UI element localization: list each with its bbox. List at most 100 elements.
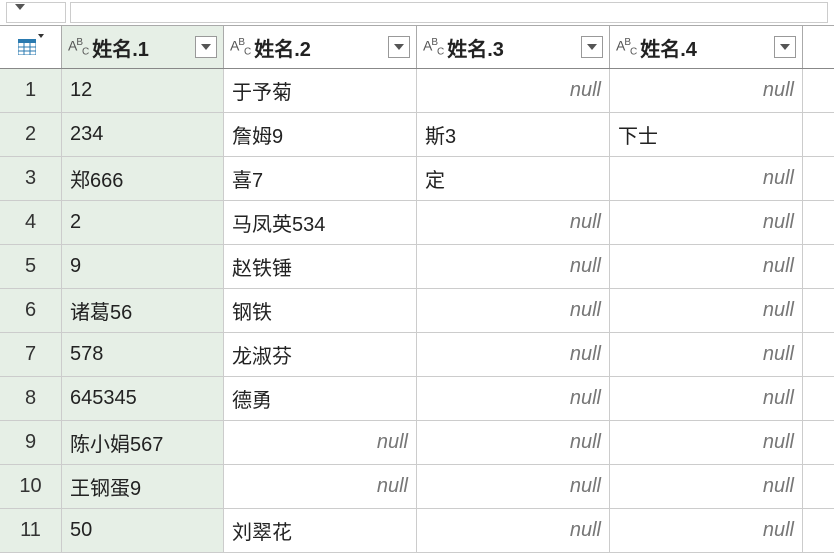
chevron-down-icon [15,10,23,15]
row-number[interactable]: 4 [0,201,62,244]
select-all-corner[interactable] [0,26,62,68]
table-cell[interactable]: 12 [62,69,224,112]
table-cell[interactable]: null [224,465,417,508]
row-number[interactable]: 11 [0,509,62,552]
null-value: null [618,211,794,234]
table-cell[interactable]: 9 [62,245,224,288]
table-cell[interactable]: null [610,289,803,332]
column-header-2[interactable]: ABC 姓名.2 [224,26,417,68]
null-value: null [425,299,601,322]
formula-bar [0,0,834,26]
table-cell[interactable]: null [417,201,610,244]
column-header-3[interactable]: ABC 姓名.3 [417,26,610,68]
table-row: 7578龙淑芬 null null [0,333,834,377]
column-header-4[interactable]: ABC 姓名.4 [610,26,803,68]
row-number[interactable]: 5 [0,245,62,288]
column-header-label: 姓名.2 [254,33,311,62]
chevron-down-icon [780,44,790,50]
row-number[interactable]: 9 [0,421,62,464]
chevron-down-icon [587,44,597,50]
chevron-down-icon [201,44,211,50]
table-cell[interactable]: null [610,377,803,420]
table-row: 42马凤英534nullnull [0,201,834,245]
table-cell[interactable]: 喜7 [224,157,417,200]
null-value: null [425,475,601,498]
table-cell[interactable]: 龙淑芬 [224,333,417,376]
table-header-row: ABC 姓名.1 ABC 姓名.2 ABC 姓名.3 [0,26,834,69]
null-value: null [425,79,601,102]
table-cell[interactable]: 234 [62,113,224,156]
row-number[interactable]: 6 [0,289,62,332]
table-cell[interactable]: null [417,377,610,420]
null-value: null [425,519,601,542]
null-value: null [618,167,794,190]
table-cell[interactable]: null [224,421,417,464]
table-cell[interactable]: 2 [62,201,224,244]
table-cell[interactable]: 645345 [62,377,224,420]
table-cell[interactable]: 于予菊 [224,69,417,112]
table-cell[interactable]: null [610,69,803,112]
null-value: null [425,431,601,454]
table-cell[interactable]: 下士 [610,113,803,156]
null-value: null [618,79,794,102]
table-cell[interactable]: 赵铁锤 [224,245,417,288]
filter-button[interactable] [774,36,796,58]
table-row: 3郑666喜7定 null [0,157,834,201]
table-cell[interactable]: 詹姆9 [224,113,417,156]
table-cell[interactable]: 钢铁 [224,289,417,332]
null-value: null [618,299,794,322]
row-number[interactable]: 10 [0,465,62,508]
filter-button[interactable] [388,36,410,58]
table-cell[interactable]: 陈小娟567 [62,421,224,464]
table-cell[interactable]: null [610,465,803,508]
column-header-1[interactable]: ABC 姓名.1 [62,26,224,68]
table-row: 10王钢蛋9nullnullnull [0,465,834,509]
table-cell[interactable]: 50 [62,509,224,552]
null-value: null [232,431,408,454]
table-cell[interactable]: 郑666 [62,157,224,200]
table-cell[interactable]: null [417,69,610,112]
chevron-down-icon [394,44,404,50]
formula-bar-left[interactable] [6,2,66,23]
filter-button[interactable] [195,36,217,58]
text-type-icon: ABC [68,37,88,57]
table-cell[interactable]: null [610,509,803,552]
row-number[interactable]: 2 [0,113,62,156]
table-row: 9陈小娟567 null null null [0,421,834,465]
table-row: 8645345德勇nullnull [0,377,834,421]
null-value: null [618,475,794,498]
table-cell[interactable]: null [417,245,610,288]
table-icon [18,39,36,55]
table-cell[interactable]: null [417,421,610,464]
table-cell[interactable]: null [610,157,803,200]
filter-button[interactable] [581,36,603,58]
table-cell[interactable]: null [610,245,803,288]
data-table: ABC 姓名.1 ABC 姓名.2 ABC 姓名.3 [0,26,834,553]
text-type-icon: ABC [423,37,443,57]
formula-bar-input[interactable] [70,2,828,23]
row-number[interactable]: 7 [0,333,62,376]
table-cell[interactable]: 578 [62,333,224,376]
table-cell[interactable]: 德勇 [224,377,417,420]
table-cell[interactable]: 斯3 [417,113,610,156]
table-cell[interactable]: 定 [417,157,610,200]
table-cell[interactable]: null [417,289,610,332]
table-cell[interactable]: 王钢蛋9 [62,465,224,508]
table-cell[interactable]: 马凤英534 [224,201,417,244]
null-value: null [618,255,794,278]
row-number[interactable]: 3 [0,157,62,200]
table-cell[interactable]: null [610,421,803,464]
column-header-label: 姓名.4 [640,33,697,62]
table-cell[interactable]: 刘翠花 [224,509,417,552]
null-value: null [425,343,601,366]
row-number[interactable]: 8 [0,377,62,420]
table-row: 1150刘翠花 null null [0,509,834,553]
table-cell[interactable]: null [610,201,803,244]
table-cell[interactable]: null [610,333,803,376]
row-number[interactable]: 1 [0,69,62,112]
table-cell[interactable]: null [417,509,610,552]
table-row: 59赵铁锤nullnull [0,245,834,289]
table-cell[interactable]: null [417,333,610,376]
table-cell[interactable]: null [417,465,610,508]
table-cell[interactable]: 诸葛56 [62,289,224,332]
